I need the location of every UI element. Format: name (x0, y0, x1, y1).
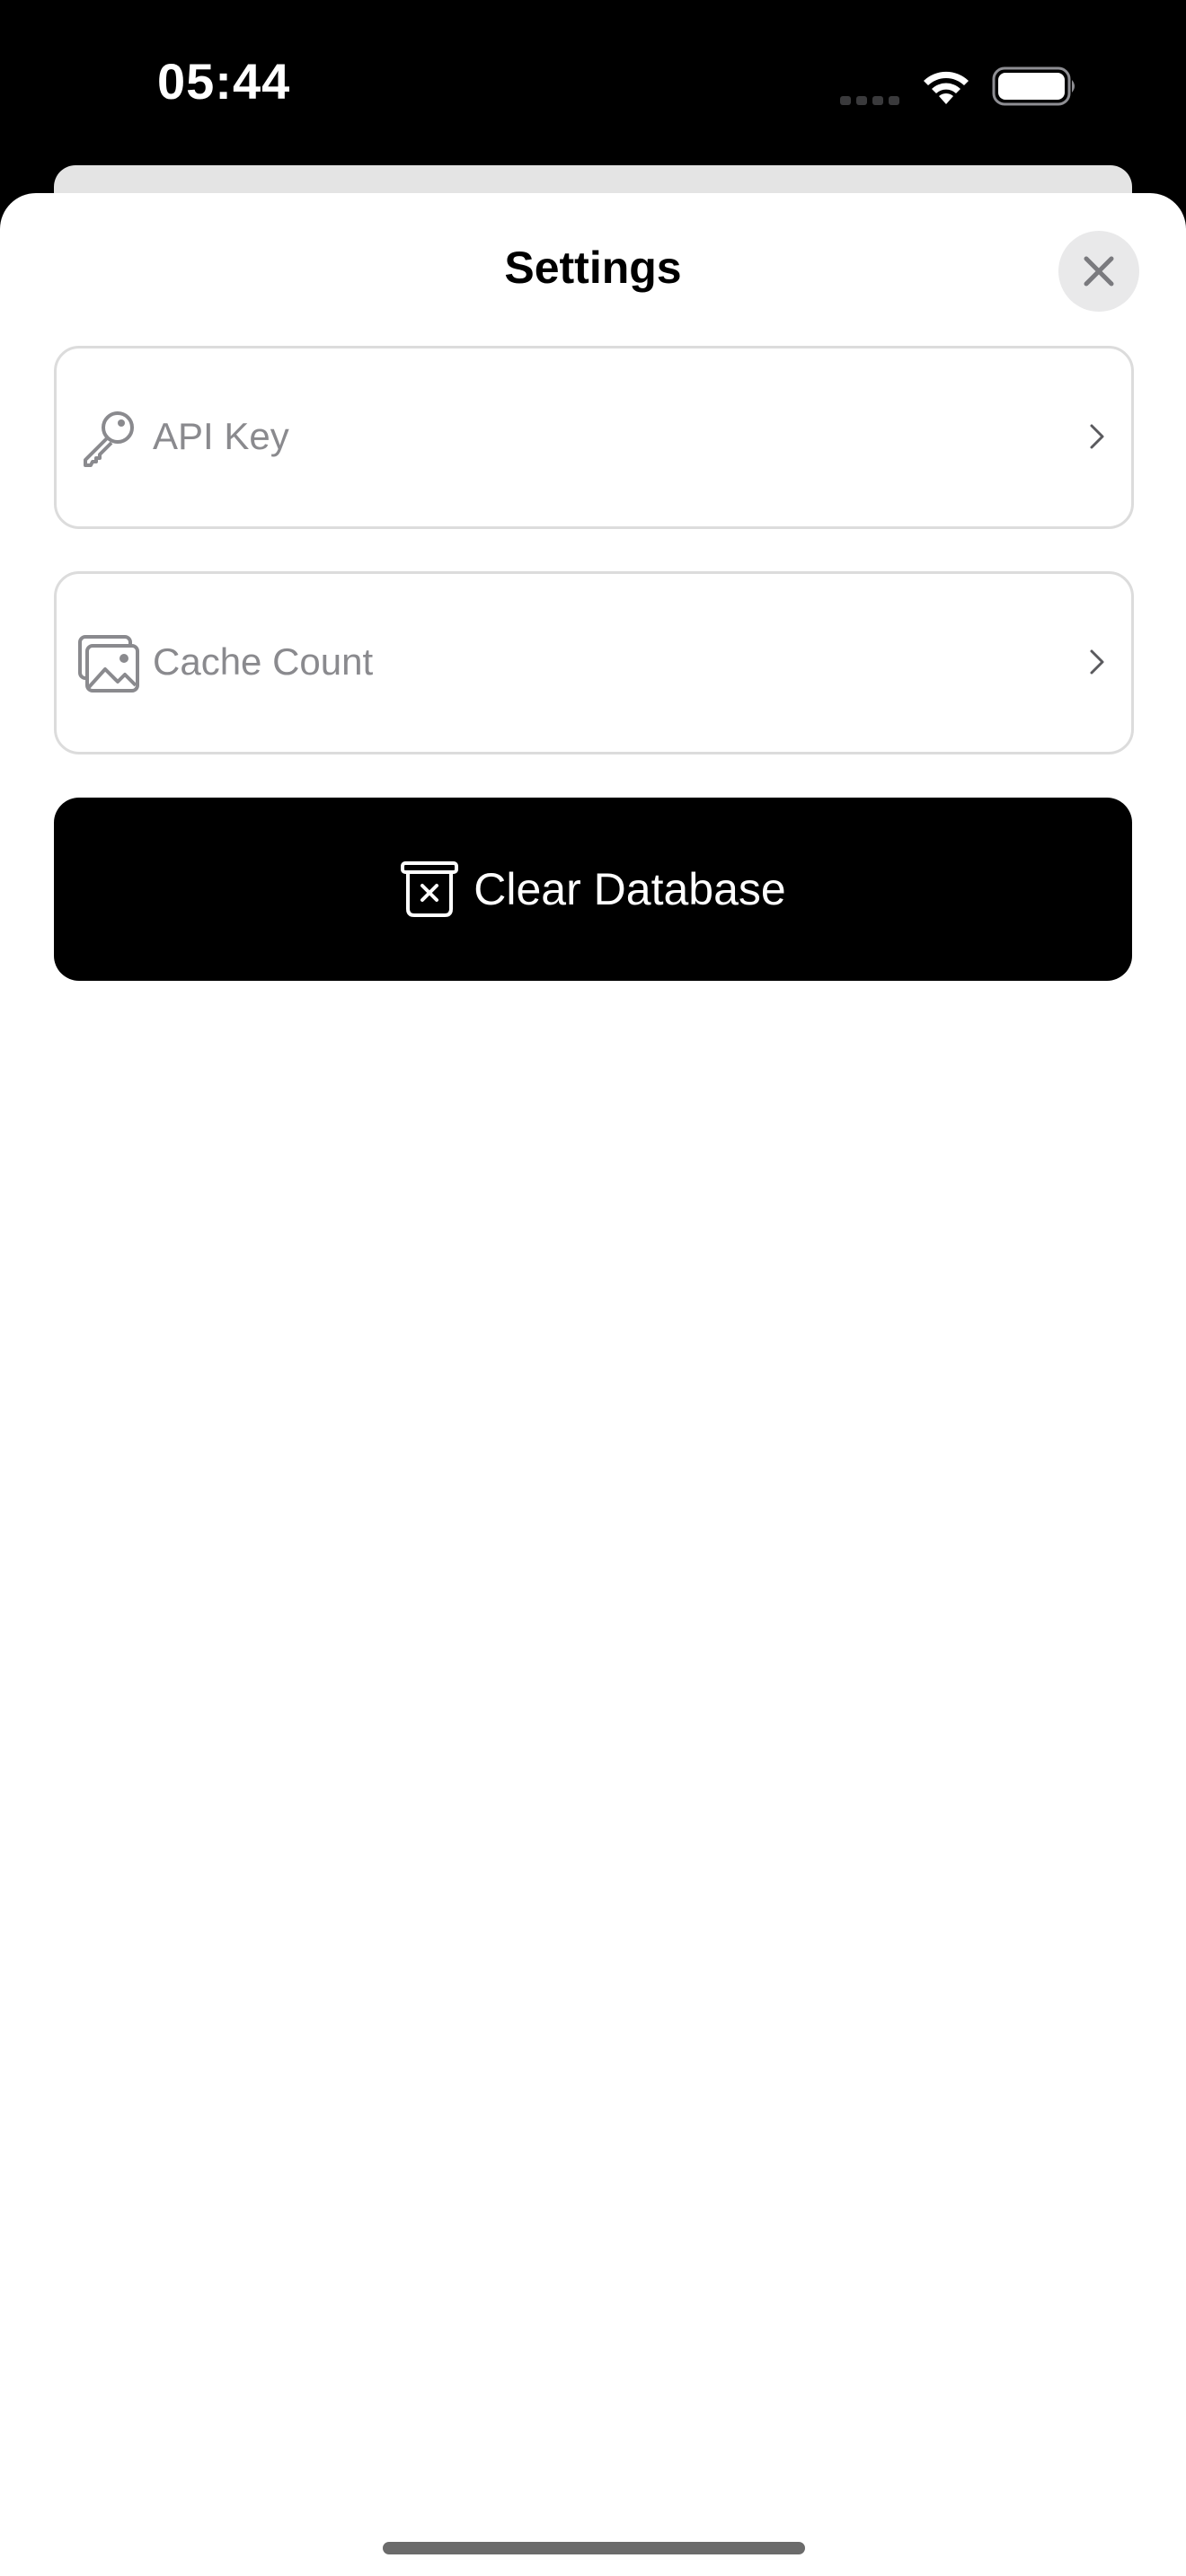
status-bar: 05:44 (0, 0, 1186, 171)
signal-dots-icon (840, 96, 899, 105)
close-icon (1084, 256, 1114, 287)
settings-row-label: Cache Count (153, 640, 374, 683)
chevron-right-icon (1090, 649, 1104, 675)
settings-sheet: Settings API Key Cache Count Clear Datab… (0, 193, 1186, 2576)
settings-row-api-key[interactable]: API Key (54, 346, 1134, 529)
wifi-icon (924, 71, 969, 104)
home-indicator[interactable] (383, 2542, 805, 2554)
clear-database-button[interactable]: Clear Database (54, 798, 1132, 981)
page-title: Settings (504, 243, 682, 293)
settings-row-label: API Key (153, 415, 289, 457)
status-time: 05:44 (157, 53, 291, 110)
battery-icon (992, 66, 1075, 106)
clear-database-label: Clear Database (474, 864, 786, 914)
trash-x-icon (401, 861, 459, 917)
chevron-right-icon (1090, 424, 1104, 449)
settings-row-cache-count[interactable]: Cache Count (54, 571, 1134, 754)
close-button[interactable] (1058, 231, 1139, 312)
photo-stack-icon (78, 635, 139, 693)
key-icon (84, 411, 134, 467)
